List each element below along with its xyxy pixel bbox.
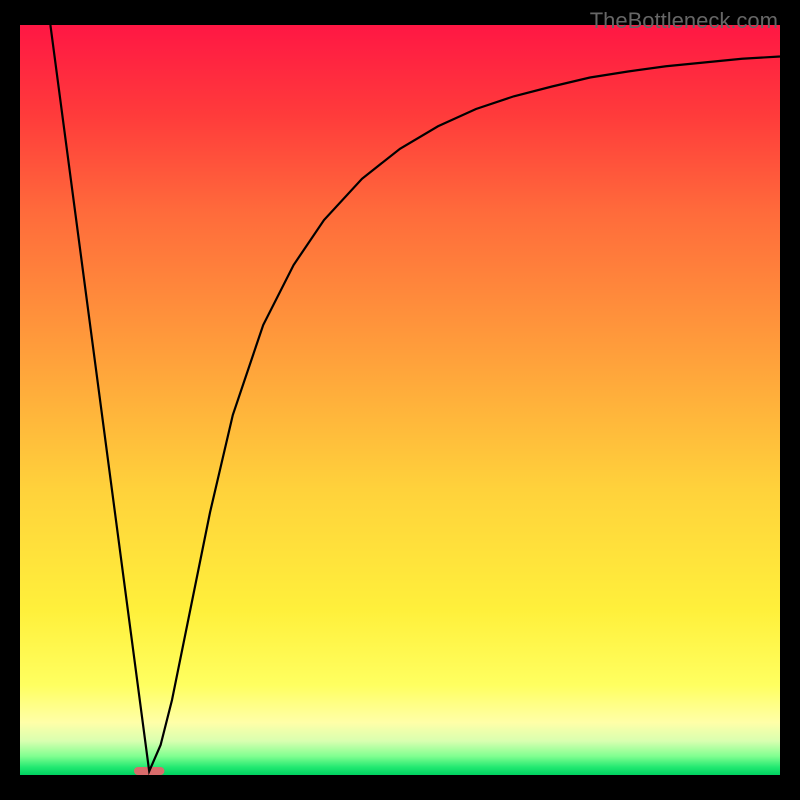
chart-container: TheBottleneck.com bbox=[0, 0, 800, 800]
watermark-text: TheBottleneck.com bbox=[590, 8, 778, 34]
bottleneck-chart bbox=[20, 25, 780, 775]
